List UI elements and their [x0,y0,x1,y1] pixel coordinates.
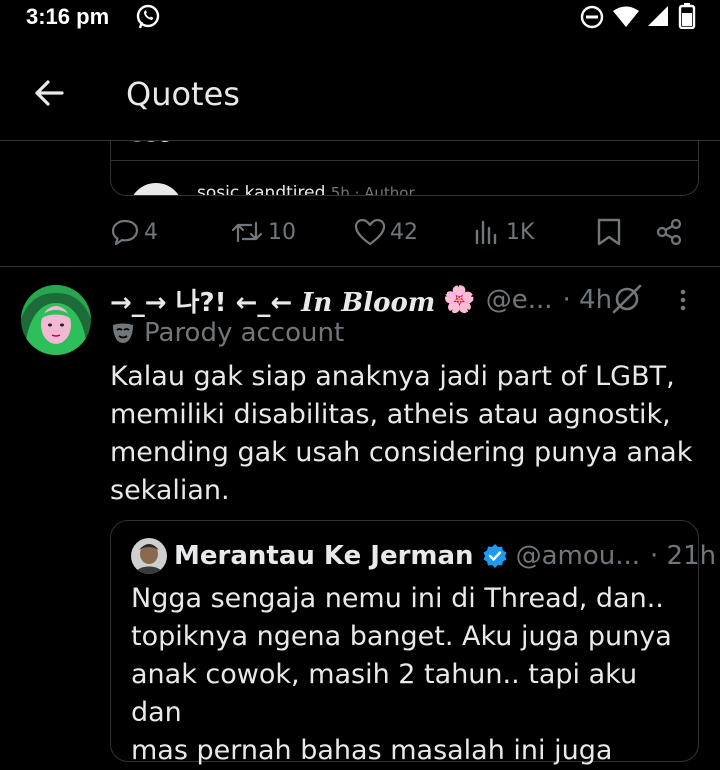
bookmark-icon [597,218,621,246]
reply-button[interactable]: 4 [110,210,158,254]
views-count: 1K [506,219,535,245]
quoted-card-top[interactable]: sosic kandtired 5h · Author ... [110,141,699,196]
quoted-display-name: Merantau Ke Jerman [174,541,474,571]
tweet-time[interactable]: · 4h [563,285,613,315]
quoted-text: Ngga sengaja nemu ini di Thread, dan.. t… [131,580,691,770]
action-bar: 4 10 42 1K [0,210,720,254]
signal-icon [648,6,668,26]
tweet-text-line: mending gak usah considering punya anak [110,437,693,468]
verified-badge-icon [483,544,507,568]
flower-emoji: 🌸 [443,285,476,315]
quoted-text-line: mas pernah bahas masalah ini juga [131,735,613,766]
views-icon [475,220,497,245]
tweet-text: Kalau gak siap anaknya jadi part of LGBT… [110,358,700,510]
wifi-icon [613,6,639,27]
quoted-avatar [131,538,167,574]
more-options-icon[interactable] [675,288,691,312]
parody-label: Parody account [110,318,344,348]
whatsapp-icon [136,4,160,29]
battery-icon [678,3,696,29]
repost-button[interactable]: 10 [230,210,296,254]
reply-icon [111,219,139,246]
status-bar: 3:16 pm [0,0,720,34]
mask-icon [113,323,133,343]
page-title: Quotes [126,75,240,113]
quoted-handle: @amou... [515,541,641,571]
like-button[interactable]: 42 [354,210,418,254]
grok-icon[interactable] [610,282,644,316]
like-count: 42 [390,219,418,245]
tweet-text-line: Kalau gak siap anaknya jadi part of LGBT… [110,361,675,392]
quoted-time: · 21h [650,541,717,571]
back-arrow-icon[interactable] [32,76,66,110]
quoted-text-line: anak cowok, masih 2 tahun.. tapi aku dan [131,659,638,728]
share-button[interactable] [654,210,684,254]
share-icon [656,218,682,246]
card-more[interactable]: ... [655,183,670,195]
repost-count: 10 [268,219,296,245]
tweet-text-line: sekalian. [110,475,230,506]
avatar[interactable] [21,285,91,355]
avatar-image [21,285,91,355]
avatar [129,183,183,195]
reply-count: 4 [144,219,158,245]
reply-avatars [129,141,189,145]
quoted-avatar-image [131,538,167,574]
bookmark-button[interactable] [596,210,622,254]
status-time: 3:16 pm [26,4,110,29]
display-name[interactable]: →_→ 나?! ←_← In Bloom [110,282,435,319]
card-meta: 5h · Author [330,184,415,196]
quoted-text-line: Ngga sengaja nemu ini di Thread, dan.. [131,583,664,614]
tweet-author-line: →_→ 나?! ←_← In Bloom 🌸 @e... · 4h [110,280,612,320]
user-handle[interactable]: @e... [486,285,553,315]
do-not-disturb-icon [580,5,604,29]
quoted-text-line: topiknya ngena banget. Aku juga punya [131,621,672,652]
heart-icon [354,218,386,246]
tweet-text-line: memiliki disabilitas, atheis atau agnost… [110,399,671,430]
tweet-divider [0,266,720,267]
views-button[interactable]: 1K [472,210,534,254]
quoted-author-line: Merantau Ke Jerman @amou... · 21h [174,536,716,576]
repost-icon [231,221,263,243]
card-divider [111,160,698,161]
card-author-name: sosic kandtired 5h · Author [197,183,415,196]
